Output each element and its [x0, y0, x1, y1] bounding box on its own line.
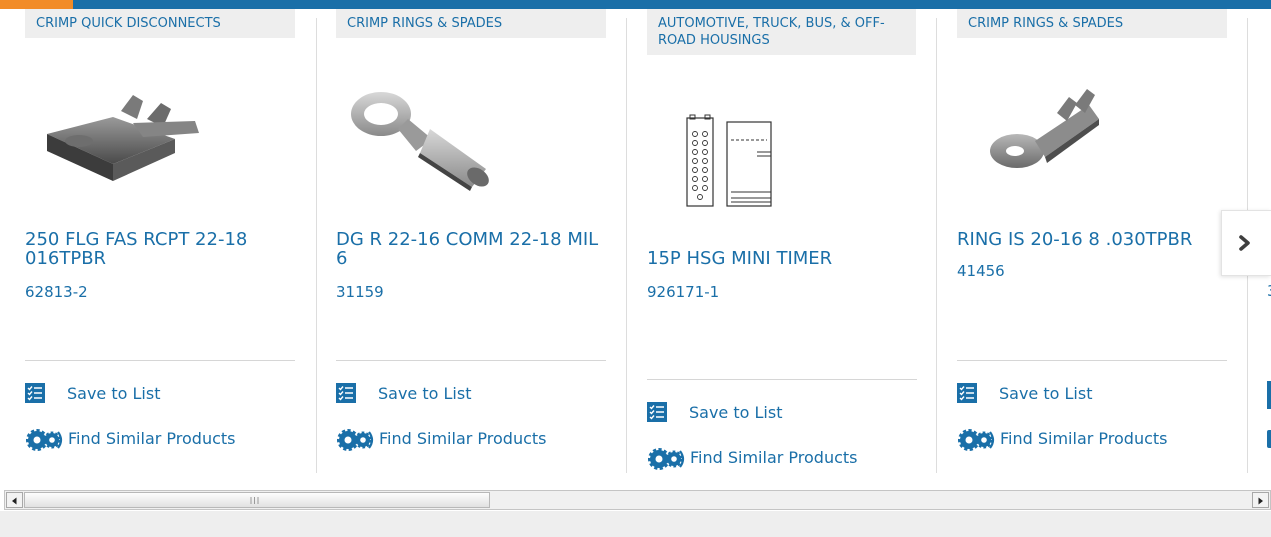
product-carousel: CRIMP QUICK DISCONNECTS 250 FLG FAS RCPT…: [0, 9, 1271, 489]
card-divider-line: [957, 360, 1227, 361]
checklist-icon[interactable]: [1267, 381, 1271, 409]
find-similar-products-label: Find Similar Products: [1000, 429, 1168, 448]
product-card: AUTOMOTIVE, TRUCK, BUS, & OFF-ROAD HOUSI…: [647, 9, 917, 479]
product-card: CRIMP QUICK DISCONNECTS 250 FLG FAS RCPT…: [25, 9, 295, 479]
checklist-icon: [647, 402, 667, 422]
checklist-icon: [25, 383, 45, 403]
card-separator: [936, 18, 937, 473]
save-to-list-label: Save to List: [378, 384, 472, 403]
checklist-icon: [336, 383, 356, 403]
product-card: CRIMP RINGS & SPADES DG R 22-16 COMM 22-…: [336, 9, 606, 479]
part-number-link[interactable]: 41456: [957, 262, 1005, 280]
checklist-icon: [957, 383, 977, 403]
ring-terminal-image[interactable]: [336, 79, 536, 209]
product-category[interactable]: AUTOMOTIVE, TRUCK, BUS, & OFF-ROAD HOUSI…: [647, 9, 916, 55]
scroll-left-button[interactable]: [6, 492, 23, 508]
scrollbar-thumb[interactable]: [24, 492, 490, 508]
part-number-link[interactable]: 926171-1: [647, 283, 719, 301]
page-bottom-area: [0, 511, 1271, 537]
top-accent-highlight: [0, 0, 73, 9]
part-number-link[interactable]: 3: [1267, 282, 1271, 300]
find-similar-products-label: Find Similar Products: [379, 429, 547, 448]
gears-icon: [337, 429, 374, 451]
save-to-list-label: Save to List: [689, 403, 783, 422]
carousel-next-button[interactable]: [1221, 210, 1271, 276]
card-divider-line: [647, 379, 917, 380]
product-category[interactable]: CRIMP QUICK DISCONNECTS: [25, 9, 295, 38]
housing-drawing-image[interactable]: [647, 97, 847, 227]
find-similar-products-label: Find Similar Products: [68, 429, 236, 448]
card-divider-line: [336, 360, 606, 361]
gears-icon: [958, 429, 995, 451]
gears-icon[interactable]: [1267, 430, 1271, 448]
gears-icon: [26, 429, 63, 451]
product-name-link[interactable]: 15P HSG MINI TIMER: [647, 249, 917, 268]
scroll-right-button[interactable]: [1252, 492, 1269, 508]
save-to-list-label: Save to List: [999, 384, 1093, 403]
ring-terminal-image[interactable]: [957, 79, 1157, 209]
find-similar-products-label: Find Similar Products: [690, 448, 858, 467]
part-number-link[interactable]: 62813-2: [25, 283, 88, 301]
product-name-link[interactable]: 250 FLG FAS RCPT 22-18 016TPBR: [25, 230, 295, 268]
grip-icon: [250, 497, 259, 504]
triangle-right-icon: [1258, 497, 1263, 505]
product-name-link[interactable]: DG R 22-16 COMM 22-18 MIL 6: [336, 230, 606, 268]
quick-disconnect-image[interactable]: [25, 79, 225, 209]
product-name-link[interactable]: RING IS 20-16 8 .030TPBR: [957, 230, 1227, 249]
card-separator: [316, 18, 317, 473]
horizontal-scrollbar[interactable]: [4, 490, 1271, 510]
card-divider-line: [25, 360, 295, 361]
gears-icon: [648, 448, 685, 470]
product-card: CRIMP RINGS & SPADES RING IS 20-16 8 .03…: [957, 9, 1227, 479]
chevron-right-icon: [1239, 235, 1250, 251]
product-category[interactable]: CRIMP RINGS & SPADES: [957, 9, 1227, 38]
save-to-list-label: Save to List: [67, 384, 161, 403]
product-category[interactable]: CRIMP RINGS & SPADES: [336, 9, 606, 38]
top-accent-bar: [0, 0, 1271, 9]
card-separator: [626, 18, 627, 473]
triangle-left-icon: [12, 497, 17, 505]
part-number-link[interactable]: 31159: [336, 283, 384, 301]
